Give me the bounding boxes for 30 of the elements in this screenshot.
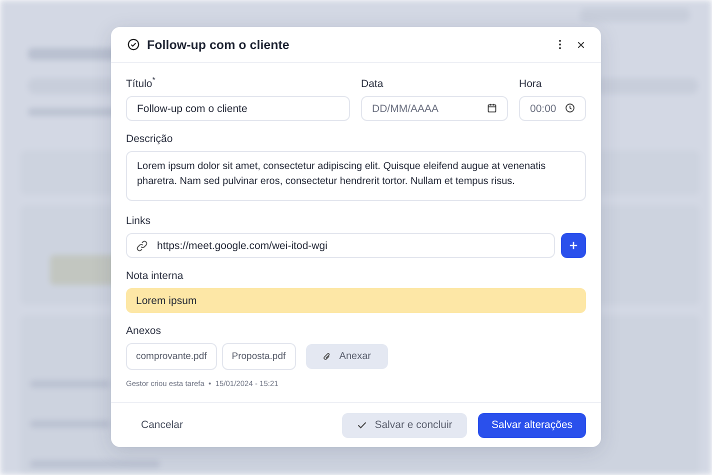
field-label: Data <box>361 78 384 90</box>
field-label: Descrição <box>126 133 174 145</box>
internal-note-field[interactable]: Lorem ipsum <box>126 288 586 313</box>
cancel-button[interactable]: Cancelar <box>131 412 194 438</box>
field-label: Anexos <box>126 325 162 337</box>
date-field[interactable]: DD/MM/AAAA <box>361 96 508 121</box>
check-icon <box>356 420 367 430</box>
link-field[interactable]: https://meet.google.com/wei-itod-wgi <box>126 233 555 258</box>
check-circle-icon <box>127 38 140 51</box>
field-label: Nota interna <box>126 270 184 282</box>
plus-icon <box>569 241 578 250</box>
attachment-chip[interactable]: Proposta.pdf <box>222 343 296 370</box>
link-icon <box>136 240 148 252</box>
attach-button[interactable]: Anexar <box>306 344 388 369</box>
calendar-icon <box>487 103 497 113</box>
save-changes-button[interactable]: Salvar alterações <box>478 412 586 438</box>
clock-icon <box>565 103 575 113</box>
save-and-complete-button[interactable]: Salvar e concluir <box>342 412 467 438</box>
attachment-chip[interactable]: comprovante.pdf <box>126 343 217 370</box>
time-field[interactable]: 00:00 <box>519 96 586 121</box>
title-field[interactable]: Follow-up com o cliente <box>126 96 350 121</box>
paperclip-icon <box>322 352 332 362</box>
add-link-button[interactable] <box>561 233 586 258</box>
more-icon[interactable] <box>558 39 562 50</box>
dialog-title: Follow-up com o cliente <box>147 38 290 52</box>
field-label: Título$^{*}$ <box>126 78 156 90</box>
field-label: Links <box>126 215 152 227</box>
field-label: Hora <box>519 78 543 90</box>
close-icon[interactable] <box>577 40 585 48</box>
description-field[interactable]: Lorem ipsum dolor sit amet, consectetur adipiscing elit. Quisque eleifend augue at venenatis pharetra. Nam sed pulvinar eros, consectetur hendrerit tortor. Nullam et tempus risus. <box>126 151 586 201</box>
